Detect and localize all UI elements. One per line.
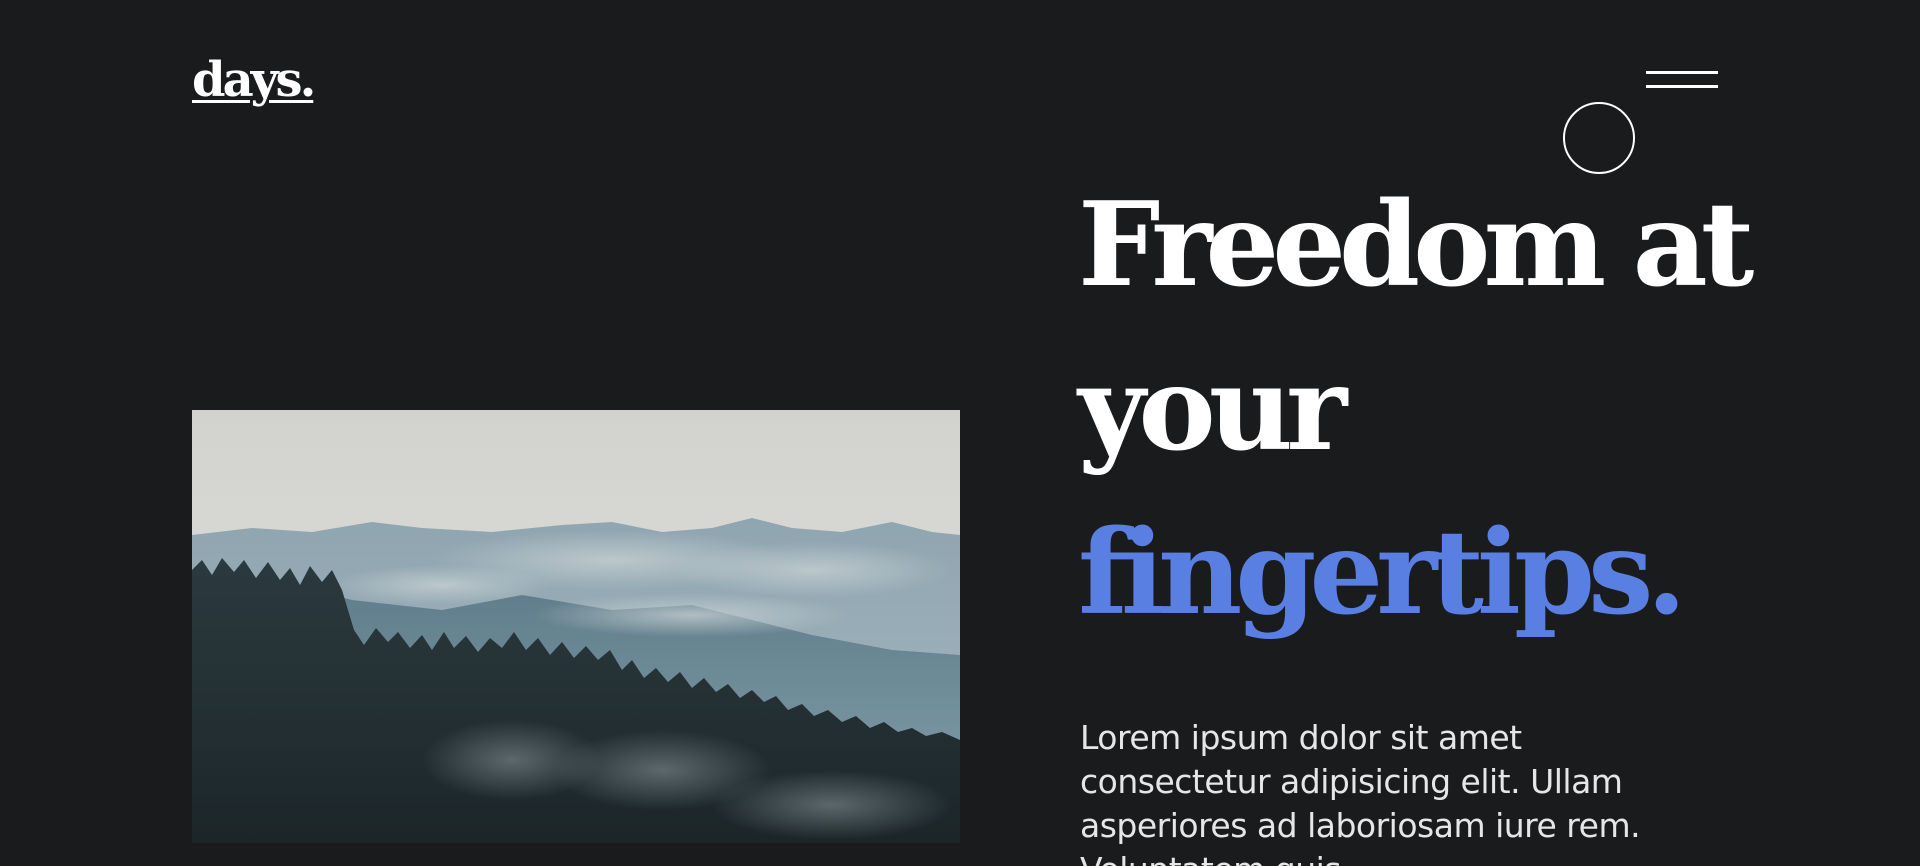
hero-headline: Freedom at your fingertips. — [1078, 163, 1754, 655]
logo[interactable]: days. — [192, 52, 316, 108]
hamburger-menu-icon — [1646, 71, 1718, 74]
headline-line-2: your — [1078, 341, 1347, 477]
headline-line-3: fingertips. — [1078, 505, 1687, 641]
headline-line-1: Freedom at — [1078, 177, 1754, 313]
mountain-forest-illustration — [192, 410, 960, 843]
menu-button[interactable] — [1644, 68, 1718, 92]
hero-image — [192, 410, 960, 843]
hero-description: Lorem ipsum dolor sit amet consectetur a… — [1080, 718, 1641, 866]
hamburger-menu-icon-line — [1646, 85, 1718, 88]
